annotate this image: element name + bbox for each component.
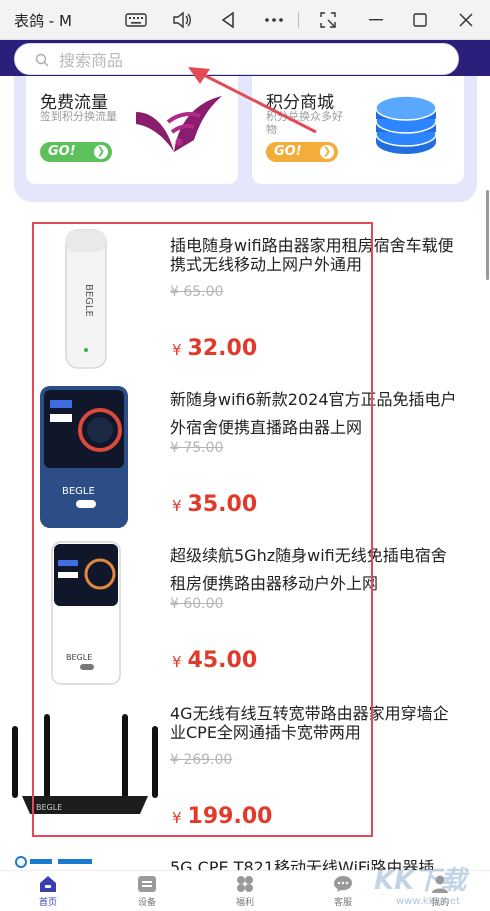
tab-mine[interactable]: 我的	[405, 874, 475, 910]
price-value: 35.00	[187, 492, 258, 517]
currency-symbol: ¥	[172, 653, 182, 671]
currency-symbol: ¥	[172, 809, 182, 827]
user-icon	[405, 874, 475, 894]
search-input[interactable]	[59, 48, 439, 72]
product-image: BEGLE	[0, 692, 160, 842]
product-name: 插电随身wifi路由器家用租房宿舍车载便携式无线移动上网户外通用	[170, 236, 454, 274]
close-icon[interactable]	[454, 8, 478, 32]
currency-symbol: ¥	[172, 341, 182, 359]
promo-card-free-data[interactable]: 免费流量 签到积分换流量 GO! ❯	[26, 76, 238, 184]
product-image: BEGLE	[0, 224, 160, 374]
original-price: ¥ 75.00	[170, 440, 224, 456]
tab-welfare[interactable]: 福利	[210, 874, 280, 910]
scrollbar[interactable]	[486, 190, 489, 280]
svg-text:BEGLE: BEGLE	[66, 653, 92, 662]
coin-stack-icon	[370, 94, 442, 162]
window-titlebar: 表鸽 - M	[0, 0, 490, 40]
sale-price: ¥35.00	[172, 492, 257, 517]
promo-subtitle: 积分兑换众多好物	[266, 110, 343, 136]
go-button[interactable]: GO! ❯	[40, 142, 112, 162]
original-price: ¥ 269.00	[170, 752, 233, 768]
tab-label: 福利	[235, 898, 254, 908]
back-icon[interactable]	[216, 8, 240, 32]
keyboard-icon[interactable]	[122, 8, 150, 32]
window-title: 表鸽 - M	[14, 12, 72, 30]
tab-label: 客服	[333, 898, 352, 908]
currency-symbol: ¥	[172, 497, 182, 515]
more-icon[interactable]	[262, 8, 286, 32]
svg-text:BEGLE: BEGLE	[36, 803, 62, 812]
price-value: 45.00	[187, 648, 258, 673]
tab-home[interactable]: 首页	[13, 874, 83, 910]
tab-label: 设备	[137, 898, 156, 908]
promo-subtitle: 签到积分换流量	[40, 110, 117, 123]
sale-price: ¥199.00	[172, 804, 272, 829]
chat-icon	[308, 874, 378, 894]
product-image: BEGLE	[0, 380, 160, 530]
device-icon	[112, 874, 182, 894]
go-button[interactable]: GO! ❯	[266, 142, 338, 162]
bottom-tab-bar: 首页 设备 福利 客服 我的	[0, 870, 490, 911]
product-item[interactable]: BEGLE 4G无线有线互转宽带路由器家用穿墙企业CPE全网通插卡宽带两用 ¥ …	[0, 692, 480, 848]
screenshot-icon[interactable]	[316, 8, 340, 32]
minimize-icon[interactable]	[364, 8, 388, 32]
product-image: BEGLE	[0, 536, 160, 686]
sale-price: ¥45.00	[172, 648, 257, 673]
chevron-right-icon: ❯	[94, 145, 108, 159]
promo-card-points-mall[interactable]: 积分商城 积分兑换众多好物 GO! ❯	[252, 76, 464, 184]
maximize-icon[interactable]	[408, 8, 432, 32]
wifi-wing-icon	[134, 92, 224, 162]
product-item[interactable]: BEGLE 超级续航5Ghz随身wifi无线免插电宿舍租房便携路由器移动户外上网…	[0, 536, 480, 692]
gift-icon	[210, 874, 280, 894]
search-icon	[35, 52, 49, 71]
product-item[interactable]: BEGLE 新随身wifi6新款2024官方正品免插电户外宿舍便携直播路由器上网…	[0, 380, 480, 536]
tab-service[interactable]: 客服	[308, 874, 378, 910]
titlebar-divider	[298, 12, 299, 28]
product-name: 4G无线有线互转宽带路由器家用穿墙企业CPE全网通插卡宽带两用	[170, 704, 449, 742]
price-value: 199.00	[187, 804, 273, 829]
original-price: ¥ 65.00	[170, 284, 224, 300]
search-bar[interactable]	[14, 43, 459, 75]
product-name: 超级续航5Ghz随身wifi无线免插电宿舍租房便携路由器移动户外上网	[170, 546, 447, 593]
tab-label: 我的	[430, 898, 449, 908]
svg-text:BEGLE: BEGLE	[83, 284, 94, 317]
chevron-right-icon: ❯	[320, 145, 334, 159]
sale-price: ¥32.00	[172, 336, 257, 361]
product-item[interactable]: BEGLE 插电随身wifi路由器家用租房宿舍车载便携式无线移动上网户外通用 ¥…	[0, 224, 480, 380]
tab-label: 首页	[38, 898, 57, 908]
original-price: ¥ 60.00	[170, 596, 224, 612]
price-value: 32.00	[187, 336, 258, 361]
volume-icon[interactable]	[170, 8, 194, 32]
svg-text:BEGLE: BEGLE	[62, 486, 95, 497]
go-label: GO!	[274, 144, 302, 159]
go-label: GO!	[48, 144, 76, 159]
home-icon	[13, 874, 83, 894]
product-item[interactable]: 5G CPE T821移动无线WiFi路由器插	[0, 848, 480, 872]
tab-device[interactable]: 设备	[112, 874, 182, 910]
product-name: 新随身wifi6新款2024官方正品免插电户外宿舍便携直播路由器上网	[170, 390, 457, 437]
